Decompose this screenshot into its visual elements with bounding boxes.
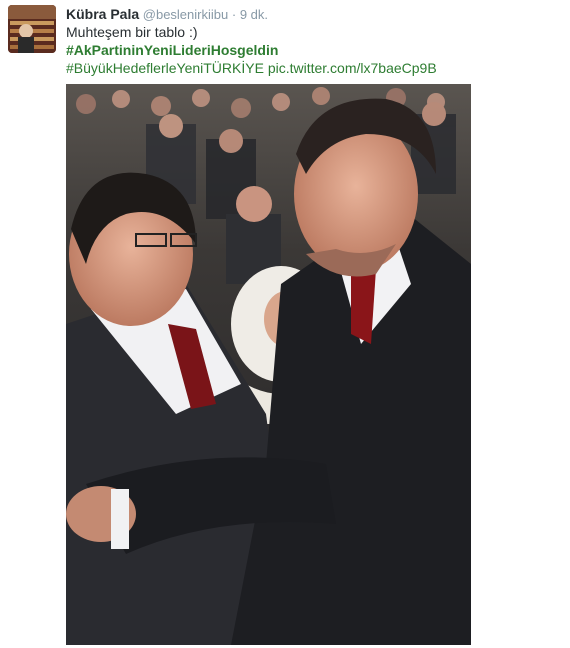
tweet-hashtag-line: #BüyükHedeflerleYeniTÜRKİYE pic.twitter.… (66, 59, 437, 77)
tweet-text: Muhteşem bir tablo :) (66, 24, 198, 40)
tweet-header: Kübra Pala @beslenirkiibu · 9 dk. (66, 6, 268, 23)
hashtag-link[interactable]: #BüyükHedeflerleYeniTÜRKİYE (66, 60, 264, 76)
timestamp[interactable]: 9 dk. (240, 7, 268, 22)
avatar[interactable] (8, 5, 56, 53)
tweet-photo[interactable] (66, 84, 471, 645)
fullname[interactable]: Kübra Pala (66, 6, 139, 22)
photo-image (66, 84, 471, 645)
hashtag-link[interactable]: #AkPartininYeniLideriHosgeldin (66, 42, 278, 58)
username[interactable]: @beslenirkiibu (143, 7, 228, 22)
tweet-hashtag-line: #AkPartininYeniLideriHosgeldin (66, 41, 278, 59)
separator: · (231, 7, 237, 22)
avatar-image (8, 5, 56, 53)
tweet[interactable]: Kübra Pala @beslenirkiibu · 9 dk. Muhteş… (0, 0, 570, 648)
photo-link[interactable]: pic.twitter.com/lx7baeCp9B (268, 60, 437, 76)
